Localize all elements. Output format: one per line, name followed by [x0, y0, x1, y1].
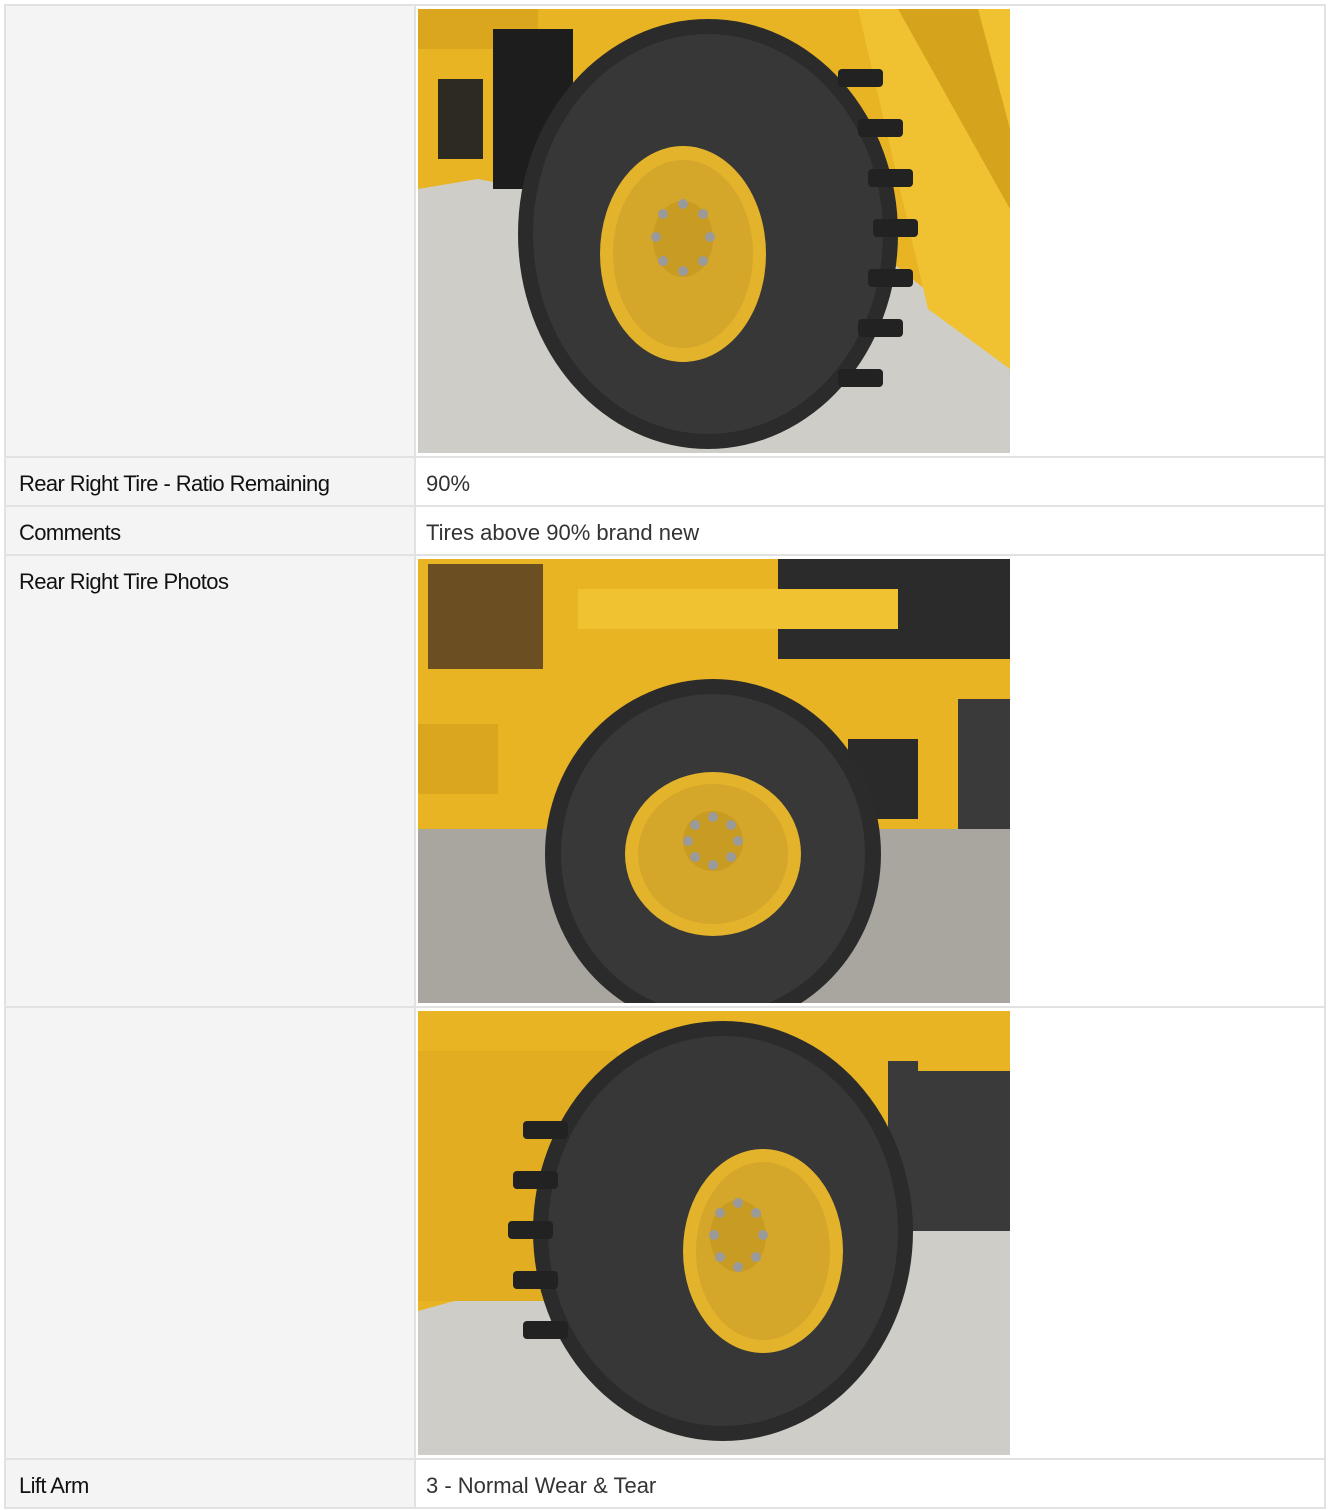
row-label: Rear Right Tire Photos — [4, 554, 416, 1008]
photo-cell — [414, 4, 1326, 458]
table-row: Rear Right Tire - Ratio Remaining 90% — [4, 456, 1326, 507]
table-row: Rear Right Tire Photos — [4, 554, 1326, 1008]
row-value: 90% — [414, 456, 1326, 507]
photo-cell — [414, 1006, 1326, 1460]
photo-cell — [414, 554, 1326, 1008]
tire-photo-side-view[interactable] — [418, 559, 1010, 1003]
row-label — [4, 1006, 416, 1460]
tire-photo-rear-angle[interactable] — [418, 1011, 1010, 1455]
tire-photo-front-angle[interactable] — [418, 9, 1010, 453]
row-label: Rear Right Tire - Ratio Remaining — [4, 456, 416, 507]
inspection-table: Rear Right Tire - Ratio Remaining 90% Co… — [4, 4, 1326, 1509]
row-label: Lift Arm — [4, 1458, 416, 1509]
row-value: Tires above 90% brand new — [414, 505, 1326, 556]
table-row — [4, 4, 1326, 458]
table-row: Comments Tires above 90% brand new — [4, 505, 1326, 556]
row-value: 3 - Normal Wear & Tear — [414, 1458, 1326, 1509]
table-row — [4, 1006, 1326, 1460]
row-label — [4, 4, 416, 458]
row-label: Comments — [4, 505, 416, 556]
table-row: Lift Arm 3 - Normal Wear & Tear — [4, 1458, 1326, 1509]
